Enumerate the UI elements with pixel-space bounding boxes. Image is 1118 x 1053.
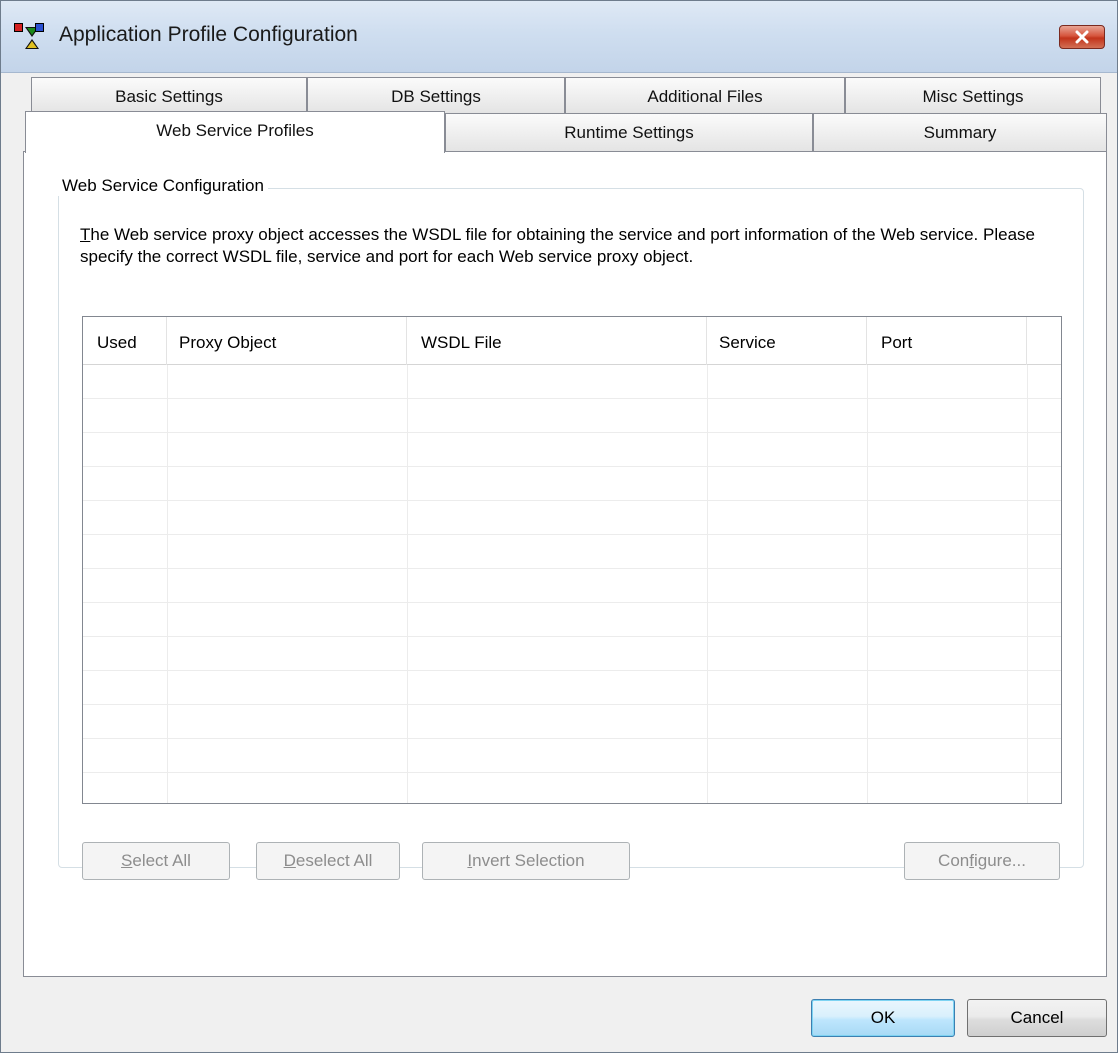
list-row-empty: [83, 467, 1061, 501]
list-row-empty: [83, 433, 1061, 467]
tab-basic-settings[interactable]: Basic Settings: [31, 77, 307, 113]
group-title: Web Service Configuration: [58, 176, 268, 196]
tab-additional-files[interactable]: Additional Files: [565, 77, 845, 113]
list-header: Used Proxy Object WSDL File Service Port: [83, 317, 1061, 365]
list-row-empty: [83, 705, 1061, 739]
tab-label: Web Service Profiles: [156, 121, 314, 140]
list-row-empty: [83, 399, 1061, 433]
column-label: WSDL File: [421, 333, 502, 352]
close-button[interactable]: [1059, 25, 1105, 49]
button-label: Con: [938, 851, 970, 870]
column-header-used[interactable]: Used: [83, 317, 167, 365]
tab-label: Summary: [923, 123, 997, 142]
window-title: Application Profile Configuration: [59, 23, 358, 46]
column-header-proxy-object[interactable]: Proxy Object: [167, 317, 407, 365]
list-row-empty: [83, 569, 1061, 603]
column-label: Used: [97, 333, 137, 352]
button-label: eselect All: [295, 851, 373, 870]
tab-page-web-service-profiles: Web Service Configuration The Web servic…: [23, 151, 1107, 977]
invert-selection-button[interactable]: Invert Selection: [422, 842, 630, 880]
list-row-empty: [83, 501, 1061, 535]
button-label: Cancel: [1010, 1008, 1064, 1027]
tab-db-settings[interactable]: DB Settings: [307, 77, 565, 113]
column-label: Proxy Object: [179, 333, 277, 352]
column-header-wsdl-file[interactable]: WSDL File: [407, 317, 707, 365]
list-row-empty: [83, 535, 1061, 569]
ok-button[interactable]: OK: [811, 999, 955, 1037]
button-label: elect All: [132, 851, 191, 870]
list-row-empty: [83, 603, 1061, 637]
list-row-empty: [83, 365, 1061, 399]
dialog-window: Application Profile Configuration Basic …: [0, 0, 1118, 1053]
title-bar[interactable]: Application Profile Configuration: [1, 1, 1117, 73]
column-label: Service: [719, 333, 776, 352]
column-header-port[interactable]: Port: [867, 317, 1027, 365]
cancel-button[interactable]: Cancel: [967, 999, 1107, 1037]
tab-label: Misc Settings: [922, 87, 1024, 106]
app-profile-icon: [14, 23, 44, 49]
tab-summary[interactable]: Summary: [813, 113, 1107, 151]
button-mnemonic: D: [283, 851, 296, 870]
configure-button[interactable]: Configure...: [904, 842, 1060, 880]
tab-label: Runtime Settings: [564, 123, 694, 142]
proxy-object-list[interactable]: Used Proxy Object WSDL File Service Port: [82, 316, 1062, 804]
close-icon: [1075, 30, 1089, 44]
description-body: he Web service proxy object accesses the…: [80, 225, 1035, 266]
description-mnemonic: T: [80, 225, 91, 244]
button-label: OK: [870, 1008, 896, 1027]
list-row-empty: [83, 671, 1061, 705]
list-row-empty: [83, 739, 1061, 773]
column-header-service[interactable]: Service: [707, 317, 867, 365]
select-all-button[interactable]: Select All: [82, 842, 230, 880]
list-row-empty: [83, 773, 1061, 803]
description-text: The Web service proxy object accesses th…: [80, 224, 1070, 268]
tab-runtime-settings[interactable]: Runtime Settings: [445, 113, 813, 151]
button-mnemonic: S: [121, 851, 133, 870]
column-label: Port: [881, 333, 913, 352]
tab-label: Additional Files: [647, 87, 763, 106]
button-label: nvert Selection: [472, 851, 585, 870]
button-label: igure...: [973, 851, 1026, 870]
tab-web-service-profiles[interactable]: Web Service Profiles: [25, 111, 445, 153]
tab-misc-settings[interactable]: Misc Settings: [845, 77, 1101, 113]
deselect-all-button[interactable]: Deselect All: [256, 842, 400, 880]
tab-label: Basic Settings: [115, 87, 223, 106]
tab-label: DB Settings: [391, 87, 481, 106]
list-row-empty: [83, 637, 1061, 671]
